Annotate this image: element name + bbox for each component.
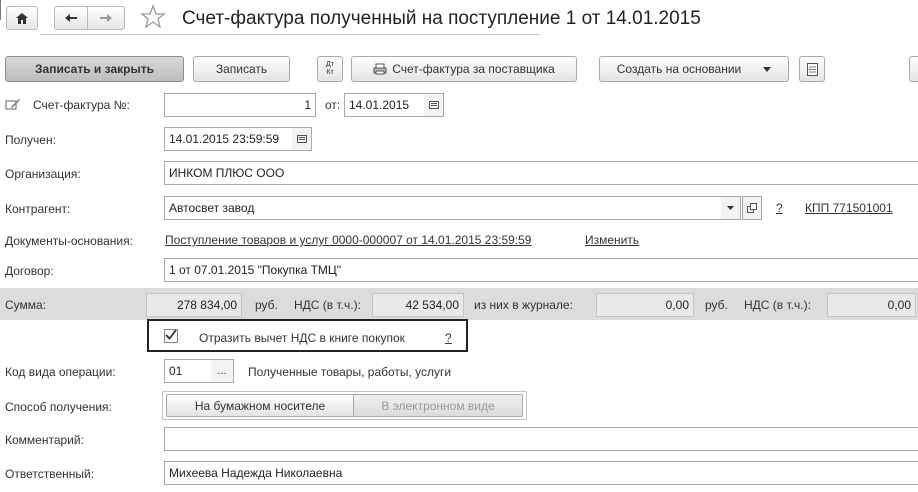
- favorite-star-icon[interactable]: [140, 4, 166, 30]
- invoice-date-calendar-button[interactable]: [424, 93, 444, 117]
- header-underline: [40, 30, 540, 35]
- operation-code-label: Код вида операции:: [5, 365, 116, 379]
- operation-code-field[interactable]: 01: [164, 359, 212, 383]
- journal-sum-field: 0,00: [596, 293, 694, 317]
- invoice-number-field[interactable]: 1: [164, 93, 316, 117]
- receipt-method-label: Способ получения:: [5, 400, 112, 414]
- chevron-down-icon: [763, 66, 772, 72]
- received-label: Получен:: [5, 133, 56, 147]
- checkmark-icon: [165, 329, 177, 340]
- chevron-down-icon: [727, 206, 734, 210]
- contract-field[interactable]: 1 от 07.01.2015 "Покупка ТМЦ": [164, 258, 918, 282]
- dt-kt-label: Дт Кт: [326, 61, 334, 76]
- contractor-label: Контрагент:: [5, 202, 71, 216]
- contractor-open-button[interactable]: [742, 196, 762, 220]
- invoice-number-label: Счет-фактура №:: [33, 98, 130, 112]
- paper-method-button[interactable]: На бумажном носителе: [166, 394, 354, 417]
- organization-field[interactable]: ИНКОМ ПЛЮС ООО: [164, 161, 918, 185]
- electronic-method-button[interactable]: В электронном виде: [353, 394, 523, 417]
- operation-code-picker-label: ...: [217, 365, 227, 377]
- back-button[interactable]: [54, 6, 88, 30]
- create-based-on-button[interactable]: Создать на основании: [599, 56, 789, 82]
- calendar-icon: [296, 135, 307, 143]
- home-button[interactable]: [6, 6, 38, 30]
- arrow-left-icon: [65, 14, 77, 22]
- operation-code-picker-button[interactable]: ...: [211, 359, 234, 383]
- save-and-close-button[interactable]: Записать и закрыть: [5, 56, 184, 82]
- journal-vat-field: 0,00: [827, 293, 916, 317]
- contractor-help-link[interactable]: ?: [776, 201, 783, 215]
- invoice-date-field[interactable]: 14.01.2015: [344, 93, 425, 117]
- kpp-link[interactable]: КПП 771501001: [805, 201, 893, 215]
- left-partial-artifact: [0, 0, 5, 20]
- forward-button[interactable]: [87, 6, 125, 30]
- reflect-vat-help-link[interactable]: ?: [445, 331, 452, 345]
- calendar-icon: [428, 101, 439, 109]
- reflect-vat-checkbox[interactable]: [164, 329, 178, 343]
- from-label: от:: [325, 98, 341, 112]
- base-document-link[interactable]: Поступление товаров и услуг 0000-000007 …: [165, 233, 531, 247]
- home-icon: [16, 12, 28, 24]
- more-actions-button[interactable]: [909, 56, 918, 82]
- journal-vat-label: НДС (в т.ч.):: [744, 298, 811, 312]
- responsible-label: Ответственный:: [5, 467, 95, 481]
- arrow-right-icon: [100, 14, 112, 22]
- contractor-dropdown-button[interactable]: [721, 196, 741, 220]
- create-based-on-label: Создать на основании: [616, 62, 742, 76]
- comment-field[interactable]: [164, 427, 918, 451]
- pen-icon: [5, 99, 20, 110]
- base-documents-label: Документы-основания:: [5, 234, 133, 248]
- contractor-field[interactable]: Автосвет завод: [164, 196, 724, 220]
- comment-label: Комментарий:: [5, 433, 84, 447]
- print-invoice-label: Счет-фактура за поставщика: [392, 62, 555, 76]
- reflect-vat-label: Отразить вычет НДС в книге покупок: [199, 331, 405, 345]
- sum-currency-label: руб.: [255, 298, 278, 312]
- open-icon: [747, 203, 757, 213]
- vat-field: 42 534,00: [372, 293, 464, 317]
- change-documents-link[interactable]: Изменить: [585, 233, 639, 247]
- sum-field: 278 834,00: [146, 293, 242, 317]
- report-button[interactable]: [799, 56, 825, 82]
- print-invoice-button[interactable]: Счет-фактура за поставщика: [351, 56, 577, 82]
- responsible-field[interactable]: Михеева Надежда Николаевна: [164, 461, 918, 485]
- received-date-calendar-button[interactable]: [292, 127, 312, 151]
- journal-currency-label: руб.: [705, 298, 728, 312]
- journal-label: из них в журнале:: [474, 298, 573, 312]
- vat-label: НДС (в т.ч.):: [294, 298, 361, 312]
- organization-label: Организация:: [5, 167, 81, 181]
- printer-icon: [373, 63, 387, 75]
- document-icon: [806, 62, 818, 76]
- operation-code-description: Полученные товары, работы, услуги: [248, 365, 452, 379]
- save-button[interactable]: Записать: [193, 56, 290, 82]
- received-date-field[interactable]: 14.01.2015 23:59:59: [164, 127, 293, 151]
- dt-kt-button[interactable]: Дт Кт: [317, 56, 343, 82]
- contract-label: Договор:: [5, 264, 54, 278]
- window-title: Счет-фактура полученный на поступление 1…: [182, 8, 701, 29]
- sum-label: Сумма:: [5, 298, 47, 312]
